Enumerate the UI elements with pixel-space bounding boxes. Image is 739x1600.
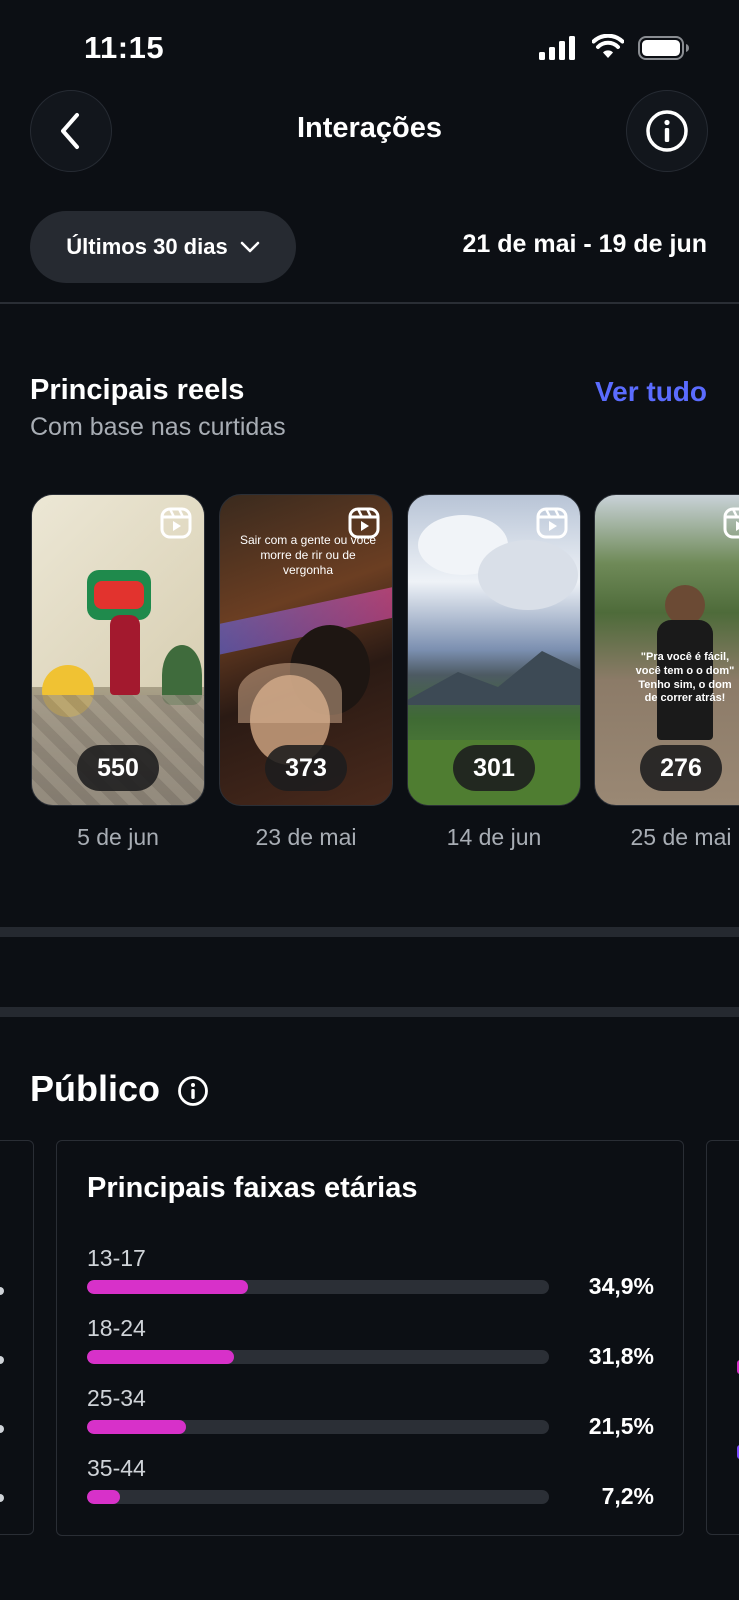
age-range-bar-fill bbox=[87, 1420, 187, 1434]
audience-title: Público bbox=[30, 1068, 161, 1109]
info-button[interactable] bbox=[626, 90, 708, 172]
wifi-icon bbox=[592, 34, 624, 58]
age-range-bar bbox=[87, 1490, 549, 1504]
reel-caption: Sair com a gente ou você morre de rir ou… bbox=[239, 533, 377, 577]
age-range-label: 35-44 bbox=[87, 1455, 146, 1481]
age-range-percent: 34,9% bbox=[588, 1273, 654, 1299]
section-divider bbox=[0, 927, 739, 937]
reels-icon bbox=[160, 507, 192, 539]
date-range-dropdown[interactable]: Últimos 30 dias bbox=[30, 211, 296, 283]
age-range-percent: 7,2% bbox=[601, 1483, 654, 1509]
age-range-percent: 31,8% bbox=[588, 1343, 654, 1369]
status-time: 11:15 bbox=[84, 30, 165, 65]
reel-date: 23 de mai bbox=[255, 824, 357, 850]
reel-date: 14 de jun bbox=[446, 824, 542, 850]
reel-thumbnail[interactable]: "Pra você é fácil, você tem o o dom" Ten… bbox=[594, 494, 739, 806]
date-range-text: 21 de mai - 19 de jun bbox=[462, 230, 707, 258]
reel-thumbnail[interactable]: Sair com a gente ou você morre de rir ou… bbox=[219, 494, 393, 806]
reel-likes-badge: 550 bbox=[77, 745, 159, 791]
reels-icon bbox=[536, 507, 568, 539]
audience-card-next[interactable] bbox=[706, 1140, 739, 1535]
age-range-label: 13-17 bbox=[87, 1245, 146, 1271]
reel-likes-badge: 276 bbox=[640, 745, 722, 791]
section-divider bbox=[0, 1007, 739, 1017]
age-range-bar-fill bbox=[87, 1490, 121, 1504]
reel-likes-badge: 373 bbox=[265, 745, 347, 791]
reel-thumbnail[interactable]: 550 bbox=[31, 494, 205, 806]
header-divider bbox=[0, 302, 739, 304]
age-range-label: 25-34 bbox=[87, 1385, 146, 1411]
reels-icon bbox=[723, 507, 739, 539]
reel-date: 5 de jun bbox=[77, 824, 159, 850]
top-reels-subtitle: Com base nas curtidas bbox=[30, 413, 286, 441]
age-range-percent: 21,5% bbox=[588, 1413, 654, 1439]
audience-card-previous[interactable] bbox=[0, 1140, 34, 1535]
age-range-bar bbox=[87, 1350, 549, 1364]
age-range-bar-fill bbox=[87, 1280, 249, 1294]
reel-likes-badge: 301 bbox=[453, 745, 535, 791]
info-icon[interactable] bbox=[177, 1075, 209, 1107]
age-range-bar bbox=[87, 1280, 549, 1294]
age-range-bar-fill bbox=[87, 1350, 234, 1364]
top-reels-title: Principais reels bbox=[30, 374, 245, 406]
reel-caption: "Pra você é fácil, você tem o o dom" Ten… bbox=[635, 651, 735, 705]
reel-thumbnail[interactable]: 301 bbox=[407, 494, 581, 806]
signal-icon bbox=[539, 36, 575, 60]
battery-icon bbox=[638, 36, 689, 60]
age-ranges-title: Principais faixas etárias bbox=[87, 1172, 418, 1204]
reel-date: 25 de mai bbox=[630, 824, 732, 850]
age-range-label: 18-24 bbox=[87, 1315, 146, 1341]
reels-icon bbox=[348, 507, 380, 539]
info-icon bbox=[646, 110, 688, 152]
date-range-dropdown-label: Últimos 30 dias bbox=[66, 234, 228, 259]
see-all-link[interactable]: Ver tudo bbox=[595, 376, 707, 408]
age-range-bar bbox=[87, 1420, 549, 1434]
chevron-down-icon bbox=[240, 241, 259, 253]
